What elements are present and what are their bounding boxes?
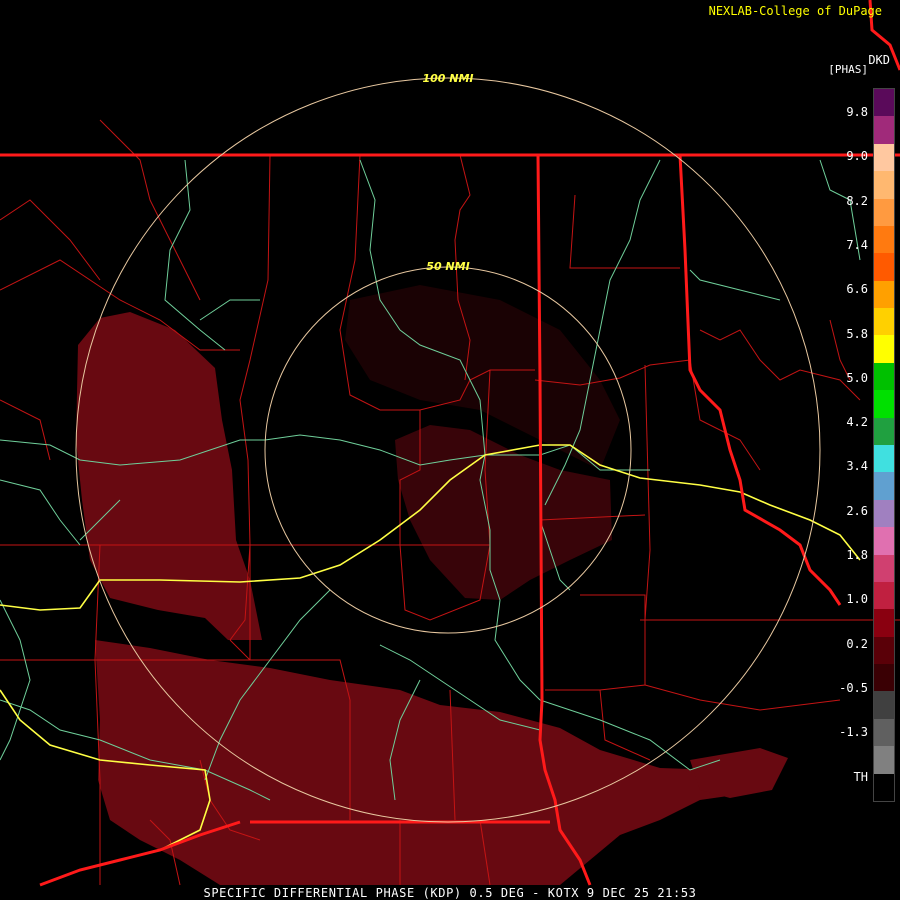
color-scale-tick-label: 3.4: [846, 459, 868, 474]
color-scale-tick-label: TH: [853, 769, 868, 784]
color-scale-band: [874, 499, 894, 528]
color-scale-band: [874, 225, 894, 254]
color-scale-band: [874, 308, 894, 336]
color-scale-band: [874, 143, 894, 172]
color-scale-band: [874, 445, 894, 473]
color-scale-band: [874, 746, 894, 775]
range-ring-100-label: 100 NMI: [422, 72, 473, 85]
color-scale-band: [874, 198, 894, 227]
color-scale-band: [874, 664, 894, 692]
color-scale-band: [874, 116, 894, 145]
color-scale-band: [874, 581, 894, 610]
color-scale-band: [874, 773, 894, 802]
product-caption: SPECIFIC DIFFERENTIAL PHASE (KDP) 0.5 DE…: [203, 886, 697, 900]
color-scale-tick-label: 8.2: [846, 193, 868, 208]
color-scale-bar: [873, 88, 895, 802]
color-scale-tick-label: -1.3: [839, 725, 868, 740]
color-scale-tick-label: 6.6: [846, 282, 868, 297]
color-scale-tick-label: 9.0: [846, 149, 868, 164]
color-scale-band: [874, 718, 894, 747]
color-scale-band: [874, 636, 894, 665]
color-scale-tick-label: 7.4: [846, 237, 868, 252]
radar-map: 50 NMI 100 NMI: [0, 0, 900, 900]
color-scale-tick-label: 1.0: [846, 592, 868, 607]
color-scale-tick-label: 5.0: [846, 370, 868, 385]
product-label: [PHAS]: [828, 63, 868, 76]
color-scale-band: [874, 691, 894, 720]
color-scale-band: [874, 253, 894, 282]
color-scale-band: [874, 89, 894, 117]
color-scale-band: [874, 417, 894, 446]
credit-text: NEXLAB-College of DuPage: [708, 4, 882, 18]
color-scale-band: [874, 280, 894, 309]
color-scale-tick-label: 9.8: [846, 105, 868, 119]
color-scale-band: [874, 527, 894, 556]
color-scale-band: [874, 472, 894, 501]
color-scale-band: [874, 335, 894, 364]
color-scale-tick-label: 4.2: [846, 415, 868, 430]
range-ring-50-label: 50 NMI: [426, 260, 469, 273]
color-scale-band: [874, 171, 894, 200]
color-scale-tick-label: 0.2: [846, 636, 868, 651]
color-scale-band: [874, 390, 894, 419]
color-scale-tick-label: 1.8: [846, 548, 868, 562]
color-scale-band: [874, 609, 894, 638]
color-scale-band: [874, 362, 894, 391]
color-scale-tick-label: 2.6: [846, 503, 868, 518]
color-scale-tick-label: -0.5: [839, 680, 868, 695]
color-scale-band: [874, 554, 894, 583]
color-scale-tick-label: 5.8: [846, 326, 868, 341]
site-id-label: DKD: [868, 53, 890, 67]
